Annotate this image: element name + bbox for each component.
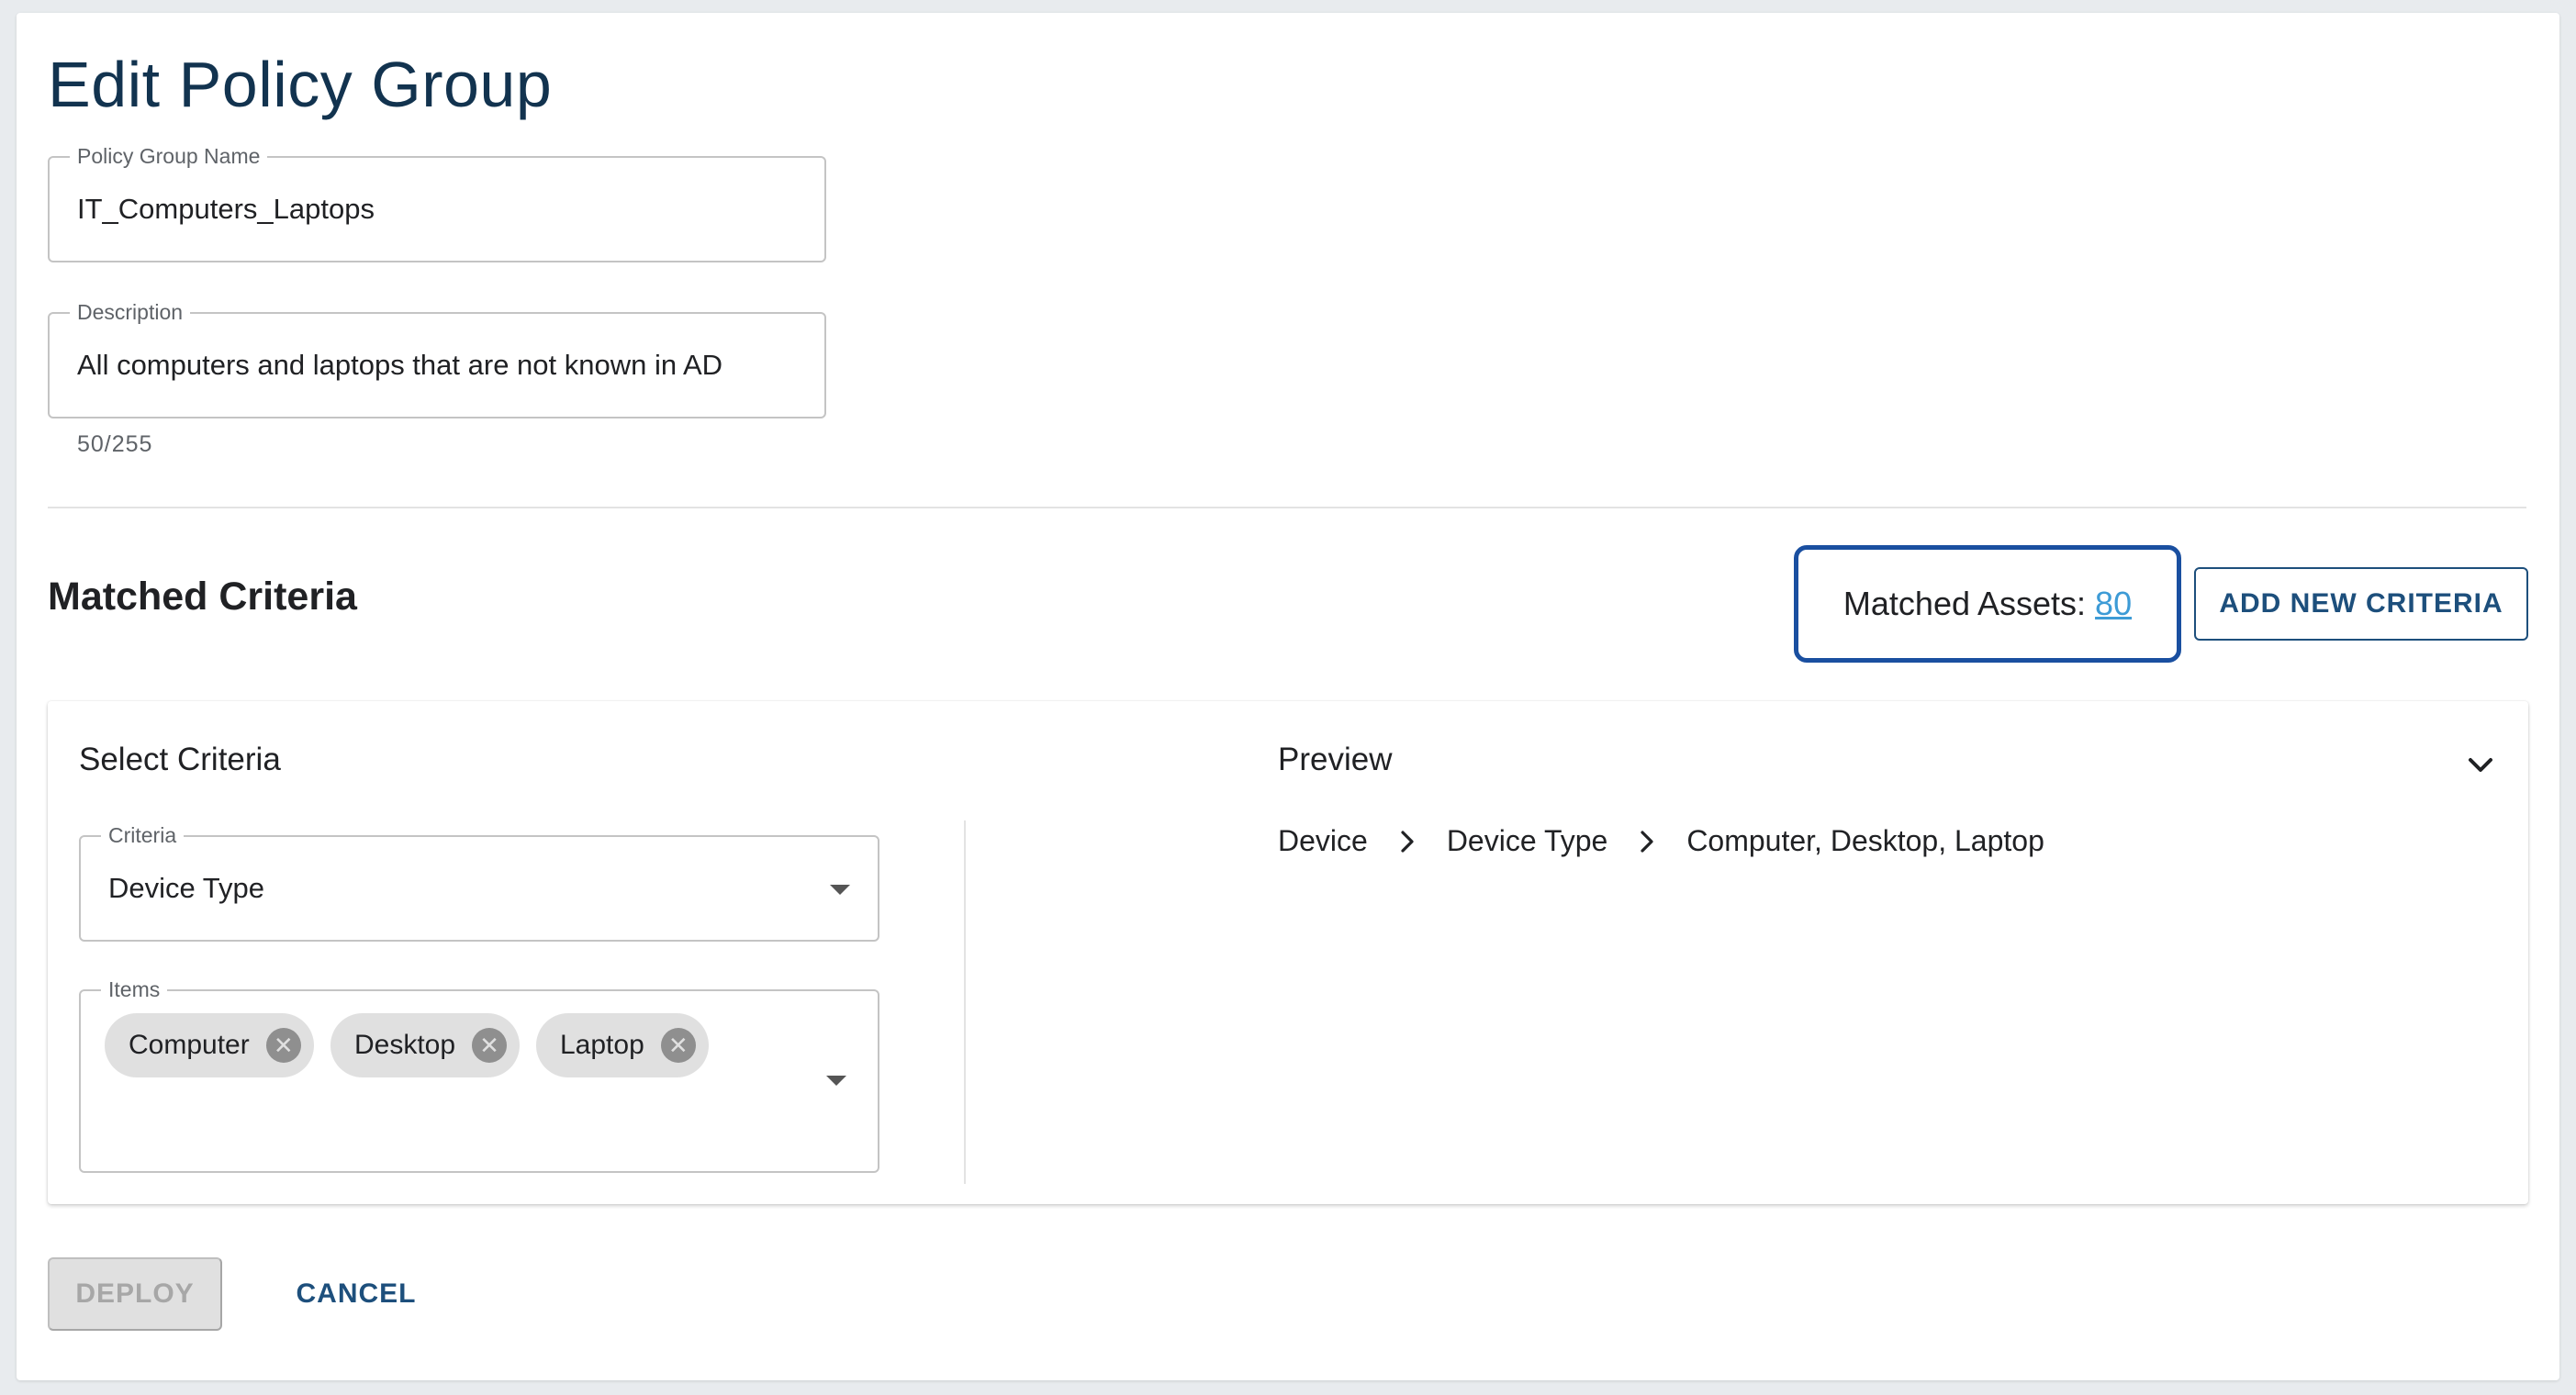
criteria-select[interactable]: Criteria Device Type — [79, 824, 879, 942]
description-input[interactable]: All computers and laptops that are not k… — [77, 314, 722, 417]
chip-remove-icon[interactable]: ✕ — [265, 1028, 301, 1063]
items-label: Items — [101, 978, 168, 1000]
chip-label: Computer — [129, 1030, 250, 1060]
card-vertical-divider — [964, 820, 966, 1184]
chip-laptop[interactable]: Laptop ✕ — [536, 1013, 709, 1077]
chip-label: Laptop — [560, 1030, 644, 1060]
matched-assets-box: Matched Assets: 80 — [1794, 545, 2181, 663]
select-criteria-title: Select Criteria — [79, 742, 281, 777]
preview-crumb: Computer, Desktop, Laptop — [1686, 824, 2044, 857]
chevron-right-icon — [1633, 828, 1661, 855]
preview-crumb: Device Type — [1446, 824, 1608, 857]
items-multiselect[interactable]: Items Computer ✕ Desktop ✕ Laptop ✕ — [79, 978, 879, 1173]
policy-group-name-input[interactable]: IT_Computers_Laptops — [77, 158, 375, 261]
description-field[interactable]: Description All computers and laptops th… — [48, 301, 826, 418]
chevron-right-icon — [1394, 828, 1421, 855]
criteria-card: Select Criteria Criteria Device Type Ite… — [48, 701, 2528, 1204]
chip-remove-icon[interactable]: ✕ — [472, 1028, 508, 1063]
chip-desktop[interactable]: Desktop ✕ — [330, 1013, 521, 1077]
page-container: Edit Policy Group Policy Group Name IT_C… — [17, 13, 2559, 1380]
add-new-criteria-button[interactable]: ADD NEW CRITERIA — [2194, 567, 2528, 641]
chip-label: Desktop — [354, 1030, 456, 1060]
cancel-button[interactable]: CANCEL — [274, 1257, 439, 1331]
chevron-down-icon[interactable] — [2462, 747, 2499, 784]
page-title: Edit Policy Group — [48, 49, 553, 120]
caret-down-icon[interactable] — [830, 885, 850, 895]
matched-assets-label: Matched Assets: — [1842, 585, 2087, 622]
chip-computer[interactable]: Computer ✕ — [105, 1013, 314, 1077]
deploy-button[interactable]: DEPLOY — [48, 1257, 222, 1331]
policy-group-name-field[interactable]: Policy Group Name IT_Computers_Laptops — [48, 145, 826, 262]
description-char-counter: 50/255 — [77, 431, 153, 457]
caret-down-icon[interactable] — [826, 1076, 846, 1086]
matched-criteria-title: Matched Criteria — [48, 575, 357, 619]
chip-remove-icon[interactable]: ✕ — [660, 1028, 696, 1063]
preview-breadcrumb: Device Device Type Computer, Desktop, La… — [1278, 824, 2044, 858]
section-divider — [48, 507, 2526, 508]
criteria-selected-value: Device Type — [108, 872, 265, 904]
matched-assets-count-link[interactable]: 80 — [2095, 585, 2132, 623]
preview-title: Preview — [1278, 742, 1393, 777]
preview-crumb: Device — [1278, 824, 1368, 857]
